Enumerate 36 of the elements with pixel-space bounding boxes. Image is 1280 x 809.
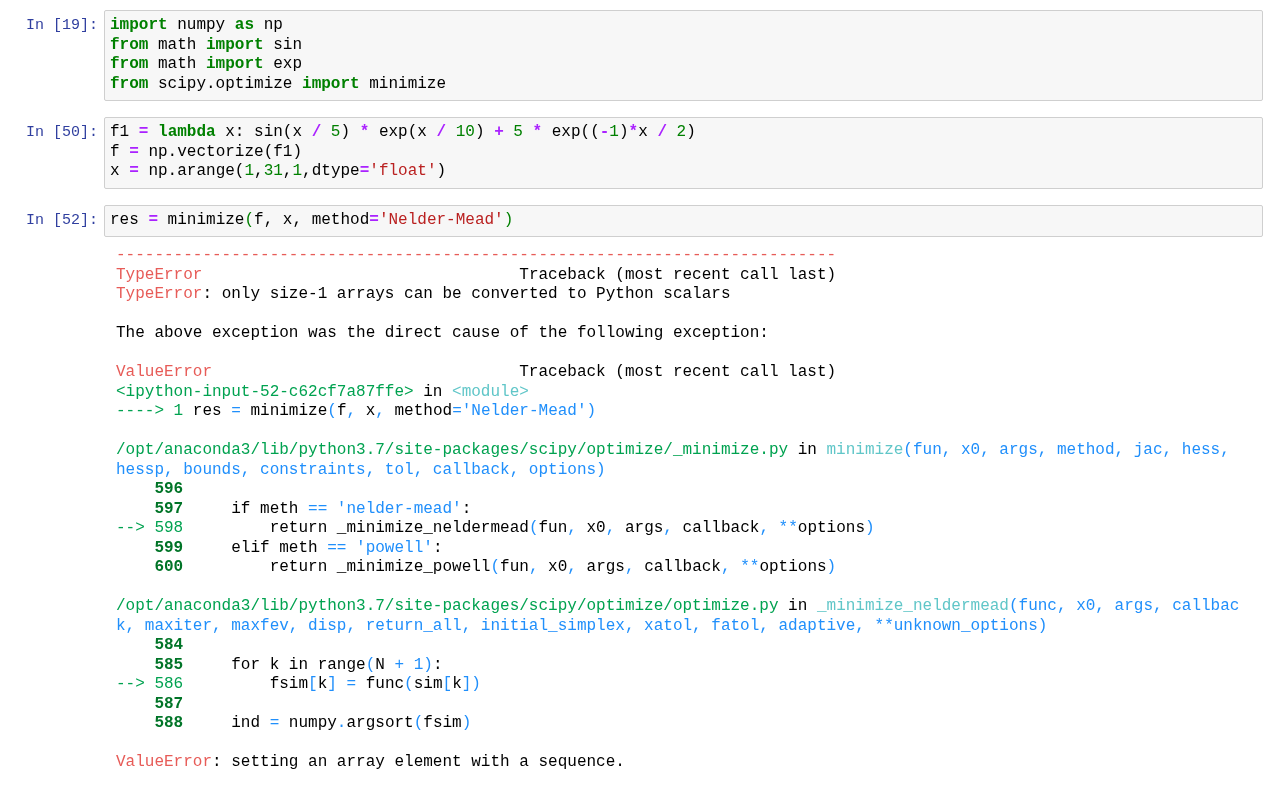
code-line: f = np.vectorize(f1) bbox=[110, 142, 303, 162]
output-line: --------------------------------------------------------------------------- bbox=[115, 246, 837, 266]
output-line: 584 bbox=[153, 636, 184, 656]
output-line: ValueError: setting an array element with a sequence. bbox=[115, 753, 625, 773]
output-line: 600 return _minimize_powell(fun, x0, args, callback, **options) bbox=[153, 558, 837, 578]
output-line: 597 if meth == 'nelder-mead': bbox=[153, 499, 472, 519]
code-line: x = np.arange(1,31,1,dtype='float') bbox=[110, 162, 447, 182]
output-line: k, maxiter, maxfev, disp, return_all, initial_simplex, xatol, fatol, adaptive, **unknown_options) bbox=[115, 616, 1048, 636]
code-line: res = minimize(f, x, method='Nelder-Mead') bbox=[110, 210, 514, 230]
cell-prompt: In [52]: bbox=[25, 210, 99, 230]
output-line: ----> 1 res = minimize(f, x, method='Nelder-Mead') bbox=[115, 402, 597, 422]
cell-prompt: In [19]: bbox=[25, 16, 99, 36]
output-line: /opt/anaconda3/lib/python3.7/site-packages/scipy/optimize/_minimize.py in minimize(fun, x0, args, method, jac, hess, bbox=[115, 441, 1230, 461]
code-cell[interactable]: import numpy as np from math import sin from math import exp from scipy.optimize import minimize bbox=[104, 10, 1263, 101]
output-line: TypeError: only size-1 arrays can be converted to Python scalars bbox=[115, 285, 731, 305]
output-line: ValueError Traceback (most recent call last) bbox=[115, 363, 837, 383]
code-line: import numpy as np bbox=[110, 16, 283, 36]
output-line: --> 598 return _minimize_neldermead(fun, x0, args, callback, **options) bbox=[115, 519, 875, 539]
output-line: hessp, bounds, constraints, tol, callback, options) bbox=[115, 460, 606, 480]
code-line: from math import sin bbox=[110, 35, 303, 55]
code-line: from scipy.optimize import minimize bbox=[110, 74, 447, 94]
output-line: 587 bbox=[153, 694, 184, 714]
code-line: from math import exp bbox=[110, 55, 303, 75]
code-cell[interactable]: res = minimize(f, x, method='Nelder-Mead') bbox=[104, 204, 1263, 237]
cell-prompt: In [50]: bbox=[25, 123, 99, 143]
output-line: TypeError Traceback (most recent call last) bbox=[115, 265, 837, 285]
output-line: 585 for k in range(N + 1): bbox=[153, 655, 443, 675]
code-line: f1 = lambda x: sin(x / 5) * exp(x / 10) + 5 * exp((-1)*x / 2) bbox=[110, 123, 696, 143]
output-line: 588 ind = numpy.argsort(fsim) bbox=[153, 714, 472, 734]
output-line: /opt/anaconda3/lib/python3.7/site-packages/scipy/optimize/optimize.py in _minimize_neldermead(func, x0, args, callbac bbox=[115, 597, 1240, 617]
output-line: 596 bbox=[153, 480, 184, 500]
output-line: The above exception was the direct cause of the following exception: bbox=[115, 324, 769, 344]
code-cell[interactable]: f1 = lambda x: sin(x / 5) * exp(x / 10) + 5 * exp((-1)*x / 2) f = np.vectorize(f1) x = np.arange(1,31,1,dtype='float') bbox=[104, 117, 1263, 189]
output-line: --> 586 fsim[k] = func(sim[k]) bbox=[115, 675, 481, 695]
output-line: <ipython-input-52-c62cf7a87ffe> in <module> bbox=[115, 382, 529, 402]
output-line: 599 elif meth == 'powell': bbox=[153, 538, 443, 558]
